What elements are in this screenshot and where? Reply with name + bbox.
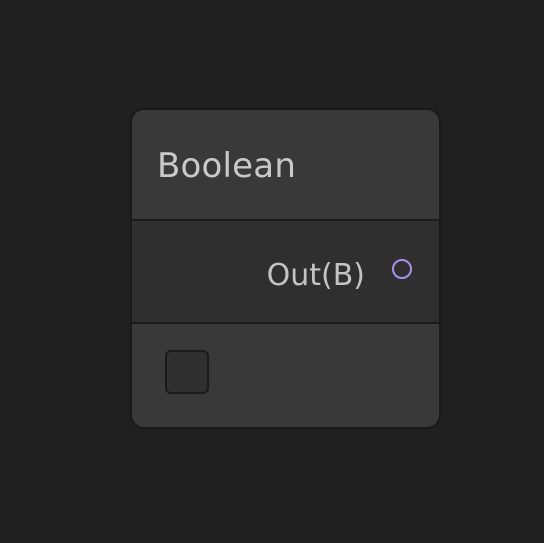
value-control-row [132, 324, 439, 427]
boolean-node[interactable]: Boolean Out(B) [130, 108, 441, 429]
node-graph-canvas[interactable]: Boolean Out(B) [0, 0, 544, 543]
output-label: Out(B) [266, 258, 365, 293]
node-title: Boolean [157, 146, 297, 186]
boolean-value-checkbox[interactable] [165, 350, 209, 394]
output-port-icon[interactable] [392, 259, 412, 279]
output-row: Out(B) [132, 221, 439, 324]
node-header[interactable]: Boolean [132, 110, 439, 221]
